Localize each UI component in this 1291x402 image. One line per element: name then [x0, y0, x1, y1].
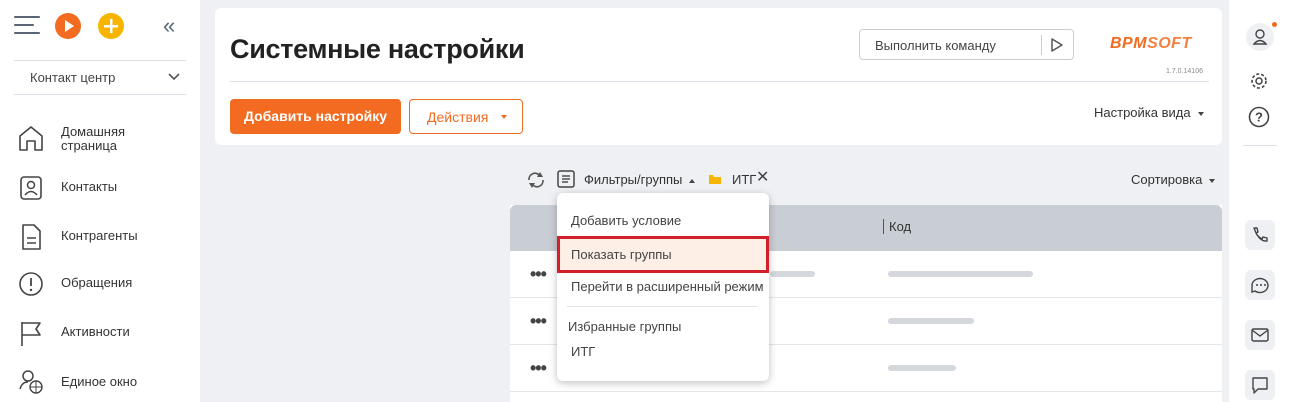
sidebar-item-label: Контакты: [61, 179, 118, 194]
sidebar-item-activities[interactable]: Активности: [0, 308, 200, 354]
filters-groups-toggle[interactable]: Фильтры/группы: [584, 172, 696, 187]
sidebar-item-label: Единое окно: [61, 374, 138, 389]
sidebar-item-label: Контрагенты: [61, 228, 138, 243]
gear-icon[interactable]: [1248, 70, 1270, 92]
caret-down-icon: [1197, 111, 1204, 116]
caret-up-icon: [689, 178, 696, 183]
menu-item-show-groups[interactable]: Показать группы: [571, 247, 672, 262]
sidebar-item-home[interactable]: Домашняя страница: [0, 113, 200, 159]
sidebar-item-single-window[interactable]: Единое окно: [0, 356, 200, 402]
caret-down-icon: [501, 115, 507, 119]
remove-group-icon[interactable]: ✕: [756, 170, 769, 186]
filter-bar: Фильтры/группы ИТГ ✕ Сортировка: [510, 165, 1222, 193]
row-actions-icon[interactable]: •••: [530, 358, 547, 379]
filter-list-icon[interactable]: [557, 170, 575, 188]
workspace-label: Контакт центр: [30, 70, 116, 85]
column-header-code[interactable]: Код: [883, 219, 911, 234]
sort-button[interactable]: Сортировка: [1131, 172, 1216, 187]
view-settings-button[interactable]: Настройка вида: [1094, 105, 1204, 120]
group-tag-label: ИТГ: [732, 172, 757, 187]
sidebar-item-accounts[interactable]: Контрагенты: [0, 212, 200, 258]
menu-item-advanced-mode[interactable]: Перейти в расширенный режим: [571, 279, 764, 294]
phone-icon[interactable]: [1245, 220, 1275, 250]
sidebar-item-cases[interactable]: Обращения: [0, 259, 200, 305]
page-header: Системные настройки Выполнить команду BP…: [215, 8, 1222, 145]
left-sidebar: « Контакт центр Домашняя страница Контак…: [0, 0, 200, 402]
sidebar-item-label: Активности: [61, 324, 130, 339]
command-placeholder: Выполнить команду: [875, 38, 996, 53]
notification-dot: [1272, 22, 1277, 27]
actions-button[interactable]: Действия: [409, 99, 523, 134]
right-rail: ?: [1229, 0, 1291, 402]
add-setting-button[interactable]: Добавить настройку: [230, 99, 401, 134]
favorite-groups-header: Избранные группы: [568, 319, 682, 334]
sidebar-top: «: [0, 0, 200, 52]
blurred-cell: [888, 271, 1033, 277]
process-play-icon[interactable]: [55, 13, 81, 39]
menu-icon[interactable]: [14, 16, 40, 36]
page-title: Системные настройки: [230, 34, 525, 64]
flag-icon: [21, 322, 41, 346]
command-input[interactable]: Выполнить команду: [859, 29, 1074, 60]
row-actions-icon[interactable]: •••: [530, 264, 547, 285]
blurred-cell: [888, 318, 974, 324]
filters-dropdown-menu: Добавить условие Показать группы Перейти…: [557, 193, 769, 381]
help-icon[interactable]: ?: [1248, 106, 1270, 128]
run-command-icon[interactable]: [1049, 37, 1065, 53]
alert-circle-icon: [19, 272, 43, 296]
collapse-sidebar-icon[interactable]: «: [163, 13, 175, 39]
refresh-icon[interactable]: [526, 171, 546, 189]
chat-icon[interactable]: [1245, 270, 1275, 300]
workspace-selector[interactable]: Контакт центр: [14, 60, 186, 95]
home-icon: [19, 126, 43, 151]
sidebar-item-label: Обращения: [61, 275, 133, 290]
menu-item-favorite-group[interactable]: ИТГ: [571, 344, 595, 359]
profile-icon[interactable]: [1245, 22, 1275, 52]
caret-down-icon: [1209, 178, 1216, 183]
bpmsoft-logo: BPMSOFT: [1110, 35, 1192, 52]
quick-add-icon[interactable]: [98, 13, 124, 39]
message-icon[interactable]: [1245, 370, 1275, 400]
mail-icon[interactable]: [1245, 320, 1275, 350]
user-globe-icon: [19, 370, 43, 394]
chevron-down-icon: [168, 73, 180, 81]
sidebar-item-label: страница: [61, 138, 118, 153]
blurred-cell: [888, 365, 956, 371]
blurred-cell: [770, 271, 815, 277]
contact-card-icon: [20, 176, 42, 200]
version-label: 1.7.0.14106: [1166, 68, 1203, 75]
sidebar-item-contacts[interactable]: Контакты: [0, 163, 200, 209]
menu-item-add-condition[interactable]: Добавить условие: [571, 213, 681, 228]
folder-icon: [709, 175, 721, 184]
actions-label: Действия: [427, 109, 489, 125]
sidebar-item-label: Домашняя: [61, 124, 126, 139]
row-actions-icon[interactable]: •••: [530, 311, 547, 332]
svg-text:?: ?: [1255, 110, 1263, 125]
document-icon: [22, 224, 41, 250]
